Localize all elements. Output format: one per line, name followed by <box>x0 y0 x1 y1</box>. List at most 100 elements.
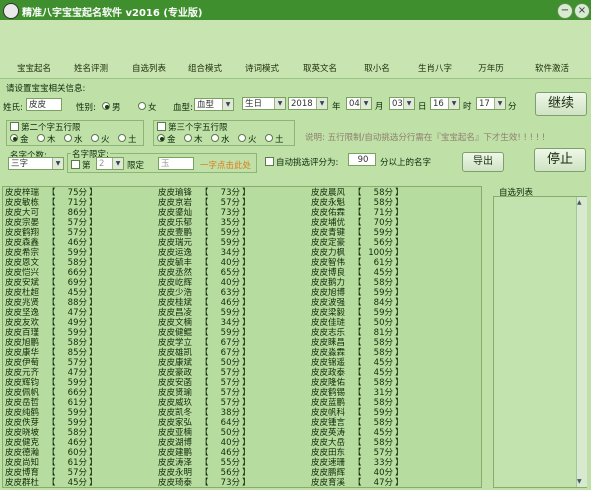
second-element-radio[interactable] <box>91 134 99 142</box>
bracket-open: 【 <box>353 478 362 488</box>
bracket-close: 】 <box>89 478 98 488</box>
blood-label: 血型: <box>173 103 193 113</box>
second-element-radio[interactable] <box>64 134 72 142</box>
score-suffix: 分以上的名字 <box>380 158 432 168</box>
toolbar-button-5[interactable]: 诗词模式 <box>233 20 291 78</box>
toolbar-button-2[interactable]: 姓名评测 <box>62 20 120 78</box>
lantern-icon <box>190 24 220 54</box>
second-char-checkbox[interactable] <box>10 122 19 131</box>
day-value: 03 <box>392 99 403 109</box>
female-radio[interactable] <box>138 102 146 110</box>
close-button[interactable]: × <box>574 3 590 19</box>
toolbar-label: 组合模式 <box>187 64 222 74</box>
chevron-down-icon: ▼ <box>448 98 459 109</box>
toolbar-button-9[interactable]: 万年历 <box>462 20 520 78</box>
name-limit-checkbox[interactable] <box>71 160 80 169</box>
app-logo-icon <box>3 3 19 19</box>
name-count-select[interactable]: 三字 ▼ <box>8 157 64 170</box>
second-element-radio[interactable] <box>118 134 126 142</box>
minute-value: 17 <box>479 99 490 109</box>
toolbar-label: 姓名评测 <box>73 64 108 74</box>
chevron-down-icon: ▼ <box>112 158 123 169</box>
calendar-365-icon <box>476 24 506 54</box>
third-element-label: 金 <box>167 135 176 145</box>
baby-face-icon <box>19 24 49 54</box>
bracket-open: 【 <box>200 478 209 488</box>
toolbar-button-7[interactable]: 取小名 <box>348 20 406 78</box>
male-radio[interactable] <box>102 102 110 110</box>
second-element-label: 火 <box>101 135 110 145</box>
auto-pick-label: 自动挑选评分为: <box>276 158 339 168</box>
year-value: 2018 <box>291 99 313 109</box>
surname-input[interactable]: 皮皮 <box>26 98 62 111</box>
toolbar-button-4[interactable]: 组合模式 <box>176 20 234 78</box>
toolbar-button-1[interactable]: 宝宝起名 <box>5 20 63 78</box>
limit-position-select[interactable]: 2 ▼ <box>96 157 124 170</box>
day-select[interactable]: 03 ▼ <box>389 97 415 110</box>
second-element-radio[interactable] <box>10 134 18 142</box>
section-title: 请设置宝宝相关信息: <box>6 84 86 94</box>
toolbar-label: 取小名 <box>364 64 390 74</box>
toolbar-label: 自选列表 <box>131 64 166 74</box>
selected-list-scrollbar[interactable] <box>576 197 587 487</box>
third-element-radio[interactable] <box>238 134 246 142</box>
hour-select[interactable]: 16 ▼ <box>430 97 460 110</box>
second-element-label: 金 <box>20 135 29 145</box>
minute-unit: 分 <box>508 102 517 112</box>
surname-label: 姓氏: <box>3 103 23 113</box>
gender-label: 性别: <box>76 103 96 113</box>
month-unit: 月 <box>375 102 384 112</box>
hour-value: 16 <box>433 99 444 109</box>
scroll-down-icon[interactable]: ▼ <box>577 478 582 485</box>
result-name[interactable]: 皮皮育溪 <box>311 478 345 489</box>
second-char-label: 第二个字五行限 <box>21 123 81 133</box>
toolbar-label: 万年历 <box>478 64 504 74</box>
result-name[interactable]: 皮皮琦泰 <box>158 478 192 489</box>
third-element-radio[interactable] <box>157 134 165 142</box>
toolbar-button-10[interactable]: 软件激活 <box>523 20 581 78</box>
third-element-radio[interactable] <box>265 134 273 142</box>
toolbar-button-6[interactable]: 取英文名 <box>291 20 349 78</box>
second-element-radio[interactable] <box>37 134 45 142</box>
month-select[interactable]: 04 ▼ <box>346 97 372 110</box>
toolbar-label: 宝宝起名 <box>16 64 51 74</box>
second-element-label: 木 <box>47 135 56 145</box>
third-char-checkbox[interactable] <box>157 122 166 131</box>
toolbar-button-8[interactable]: 生肖八字 <box>406 20 464 78</box>
limit-hint-link[interactable]: 一字点击此处 <box>200 159 251 171</box>
bracket-close: 】 <box>242 478 251 488</box>
minimize-button[interactable]: − <box>557 3 573 19</box>
toolbar-button-3[interactable]: 自选列表 <box>120 20 178 78</box>
scroll-up-icon[interactable]: ▲ <box>577 199 582 206</box>
year-select[interactable]: 2018 ▼ <box>288 97 328 110</box>
third-element-label: 土 <box>275 135 284 145</box>
hour-unit: 时 <box>463 102 472 112</box>
selected-list[interactable] <box>493 196 587 488</box>
birth-type-select[interactable]: 生日 ▼ <box>242 97 286 110</box>
chevron-down-icon: ▼ <box>403 98 414 109</box>
birth-type-value: 生日 <box>245 99 263 109</box>
chevron-down-icon: ▼ <box>52 158 63 169</box>
note-text: 说明: 五行限制/自动挑选分行需在『宝宝起名』下才生效! ! ! ! ! <box>305 133 546 143</box>
score-input[interactable]: 90 <box>348 153 376 166</box>
chevron-down-icon: ▼ <box>274 98 285 109</box>
toolbar-label: 软件激活 <box>534 64 569 74</box>
auto-pick-checkbox[interactable] <box>265 157 274 166</box>
minute-select[interactable]: 17 ▼ <box>476 97 506 110</box>
bracket-open: 【 <box>47 478 56 488</box>
third-element-radio[interactable] <box>184 134 192 142</box>
bracket-close: 】 <box>395 478 404 488</box>
stop-button[interactable]: 停止 <box>534 148 586 172</box>
third-element-label: 木 <box>194 135 203 145</box>
power-icon <box>537 24 567 54</box>
limit-char-input[interactable]: 玉 <box>158 157 194 170</box>
day-unit: 日 <box>418 102 427 112</box>
blood-select[interactable]: 血型 ▼ <box>194 98 234 111</box>
chevron-down-icon: ▼ <box>316 98 327 109</box>
third-element-label: 水 <box>221 135 230 145</box>
window-title: 精准八字宝宝起名软件 v2016 (专业版) <box>22 8 203 19</box>
continue-button[interactable]: 继续 <box>535 92 587 116</box>
third-element-radio[interactable] <box>211 134 219 142</box>
result-name[interactable]: 皮皮群杜 <box>5 478 39 489</box>
export-button[interactable]: 导出 <box>462 152 504 172</box>
